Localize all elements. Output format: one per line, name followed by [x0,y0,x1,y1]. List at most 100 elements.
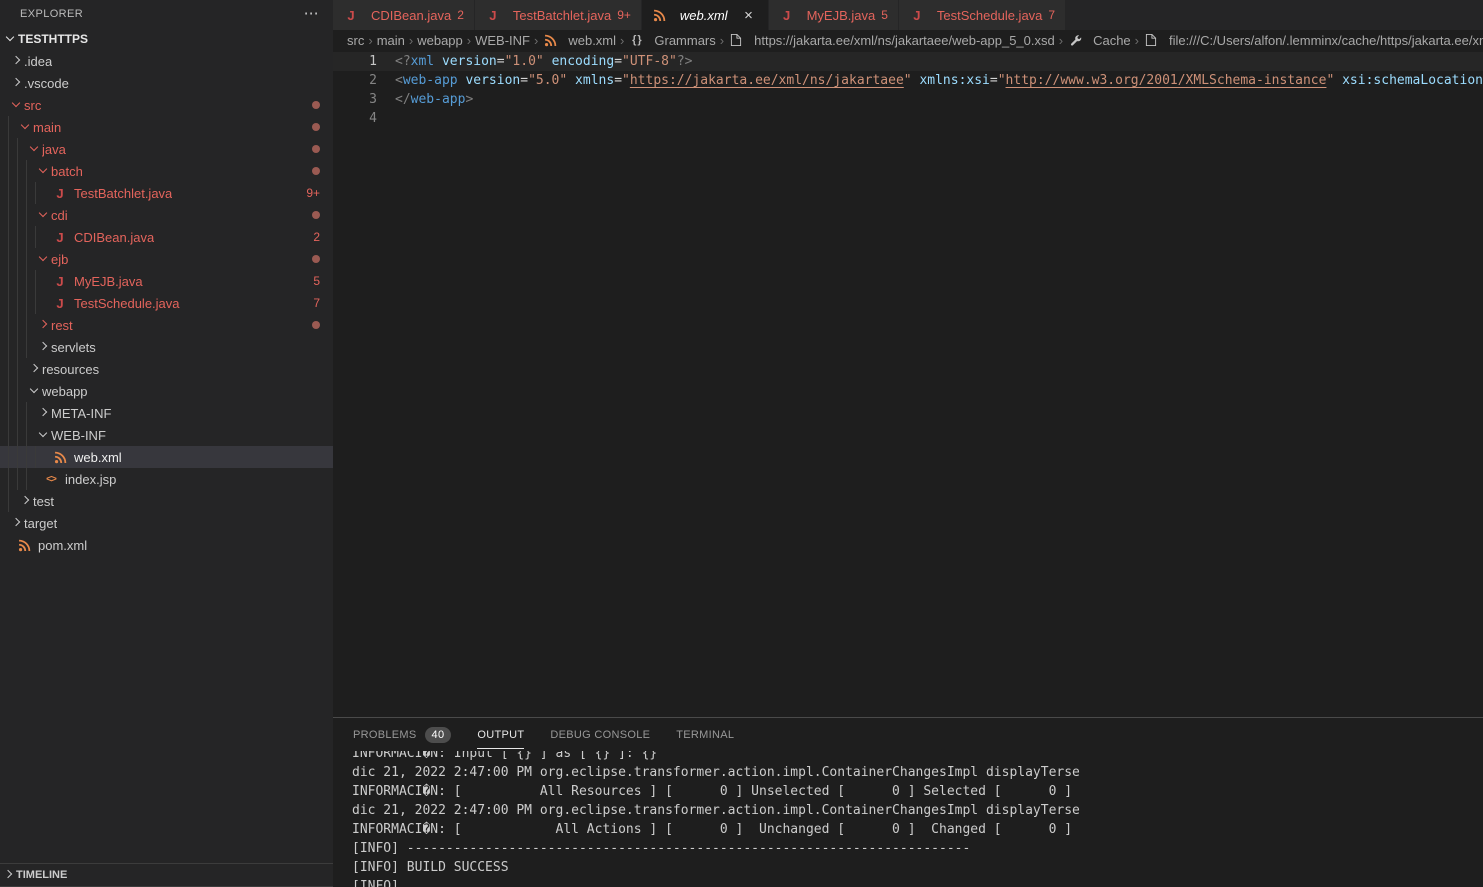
tab-web.xml[interactable]: web.xml× [642,0,769,30]
breadcrumb-item[interactable]: webapp [417,33,463,48]
breadcrumb-item[interactable]: https://jakarta.ee/xml/ns/jakartaee/web-… [728,33,1055,48]
editor-line[interactable]: 4 [333,109,1483,128]
editor-line[interactable]: 2<web-app version="5.0" xmlns="https://j… [333,71,1483,90]
code-token: web-app [411,92,466,107]
tree-item-rest[interactable]: rest [0,314,333,336]
tree-item-resources[interactable]: resources [0,358,333,380]
code-token [544,54,552,69]
tree-item-CDIBean.java[interactable]: JCDIBean.java2 [0,226,333,248]
vscode-workbench: EXPLORER ⋯ TESTHTTPS .idea.vscodesrcmain… [0,0,1483,887]
project-root-label: TESTHTTPS [18,32,88,46]
breadcrumb-item[interactable]: { }Grammars [628,33,715,48]
tree-item-TestSchedule.java[interactable]: JTestSchedule.java7 [0,292,333,314]
chevron-right-icon [35,405,51,421]
tree-item-test[interactable]: test [0,490,333,512]
problem-count-badge: 2 [313,230,320,244]
editor-line[interactable]: 1<?xml version="1.0" encoding="UTF-8"?> [333,52,1483,71]
tab-CDIBean.java[interactable]: JCDIBean.java2 [333,0,475,30]
java-file-icon: J [343,8,359,23]
tree-item-main[interactable]: main [0,116,333,138]
chevron-down-icon [26,141,42,157]
project-root-row[interactable]: TESTHTTPS [0,28,333,50]
chevron-down-icon [35,207,51,223]
breadcrumb-item[interactable]: file:///C:/Users/alfon/.lemminx/cache/ht… [1143,33,1483,48]
code-token: xsi:schemaLocation [1342,73,1483,88]
code-token: < [395,73,403,88]
tree-item-.idea[interactable]: .idea [0,50,333,72]
chevron-right-icon [26,361,42,377]
tree-item-ejb[interactable]: ejb [0,248,333,270]
breadcrumb-item[interactable]: WEB-INF [475,33,530,48]
indent-guide [8,380,17,402]
chevron-right-icon [35,339,51,355]
tree-item-label: web.xml [74,450,122,465]
indent-guide [35,270,44,292]
breadcrumb-item[interactable]: main [377,33,405,48]
breadcrumb-item-label: WEB-INF [475,33,530,48]
indent-guide [8,336,17,358]
chevron-right-icon [35,317,51,333]
indent-guide [26,160,35,182]
breadcrumb-separator: › [405,33,417,48]
indent-guide [8,292,17,314]
panel-tab-bar: PROBLEMS40 OUTPUT DEBUG CONSOLE TERMINAL [333,718,1483,751]
breadcrumb-item-label: file:///C:/Users/alfon/.lemminx/cache/ht… [1169,33,1483,48]
tree-item-web.xml[interactable]: web.xml [0,446,333,468]
tree-item-src[interactable]: src [0,94,333,116]
editor-line[interactable]: 3</web-app> [333,90,1483,109]
panel-tab-label: DEBUG CONSOLE [550,720,650,749]
tab-TestBatchlet.java[interactable]: JTestBatchlet.java9+ [475,0,642,30]
tree-item-.vscode[interactable]: .vscode [0,72,333,94]
code-token-link[interactable]: https://jakarta.ee/xml/ns/jakartaee [630,73,904,88]
output-line: INFORMACI�N: [ All Resources ] [ 0 ] Uns… [352,782,1483,801]
tree-item-label: main [33,120,61,135]
panel-tab-problems[interactable]: PROBLEMS40 [353,718,451,751]
indent-guide [17,468,26,490]
breadcrumb-separator: › [530,33,542,48]
tree-item-WEB-INF[interactable]: WEB-INF [0,424,333,446]
panel-tab-debug-console[interactable]: DEBUG CONSOLE [550,718,650,751]
tab-MyEJB.java[interactable]: JMyEJB.java5 [769,0,899,30]
tree-item-label: test [33,494,54,509]
tree-item-servlets[interactable]: servlets [0,336,333,358]
more-actions-icon[interactable]: ⋯ [304,9,319,19]
code-editor[interactable]: 1<?xml version="1.0" encoding="UTF-8"?>2… [333,50,1483,717]
tree-item-label: MyEJB.java [74,274,143,289]
chevron-right-icon [17,493,33,509]
code-token: = [520,73,528,88]
tree-item-label: ejb [51,252,68,267]
output-console[interactable]: INFORMACI�N: Input [ {} ] as [ {} ]: {}d… [333,751,1483,887]
tree-item-label: target [24,516,57,531]
tree-item-MyEJB.java[interactable]: JMyEJB.java5 [0,270,333,292]
java-file-icon: J [52,296,68,311]
tab-TestSchedule.java[interactable]: JTestSchedule.java7 [899,0,1066,30]
timeline-section[interactable]: TIMELINE [0,863,333,887]
code-token-link[interactable]: http://www.w3.org/2001/XMLSchema-instanc… [1006,73,1327,88]
breadcrumb-item[interactable]: web.xml [542,33,616,48]
tree-item-label: servlets [51,340,96,355]
panel-tab-output[interactable]: OUTPUT [477,718,524,751]
breadcrumb-item-label: Grammars [654,33,715,48]
tree-item-index.jsp[interactable]: <>index.jsp [0,468,333,490]
breadcrumb-separator: › [616,33,628,48]
tree-item-target[interactable]: target [0,512,333,534]
tree-item-TestBatchlet.java[interactable]: JTestBatchlet.java9+ [0,182,333,204]
chevron-down-icon [35,427,51,443]
indent-guide [35,292,44,314]
panel-tab-terminal[interactable]: TERMINAL [676,718,734,751]
close-icon[interactable]: × [740,7,758,24]
breadcrumb-item[interactable]: Cache [1067,33,1131,48]
problem-count-badge: 7 [313,296,320,310]
tree-item-batch[interactable]: batch [0,160,333,182]
tree-item-webapp[interactable]: webapp [0,380,333,402]
tree-item-pom.xml[interactable]: pom.xml [0,534,333,556]
tree-item-cdi[interactable]: cdi [0,204,333,226]
tree-item-label: .idea [24,54,52,69]
chevron-right-icon [0,867,16,883]
tree-item-java[interactable]: java [0,138,333,160]
line-number: 1 [333,52,395,71]
tab-label: TestBatchlet.java [513,8,611,23]
indent-guide [26,424,35,446]
breadcrumb-item[interactable]: src [347,33,364,48]
tree-item-META-INF[interactable]: META-INF [0,402,333,424]
